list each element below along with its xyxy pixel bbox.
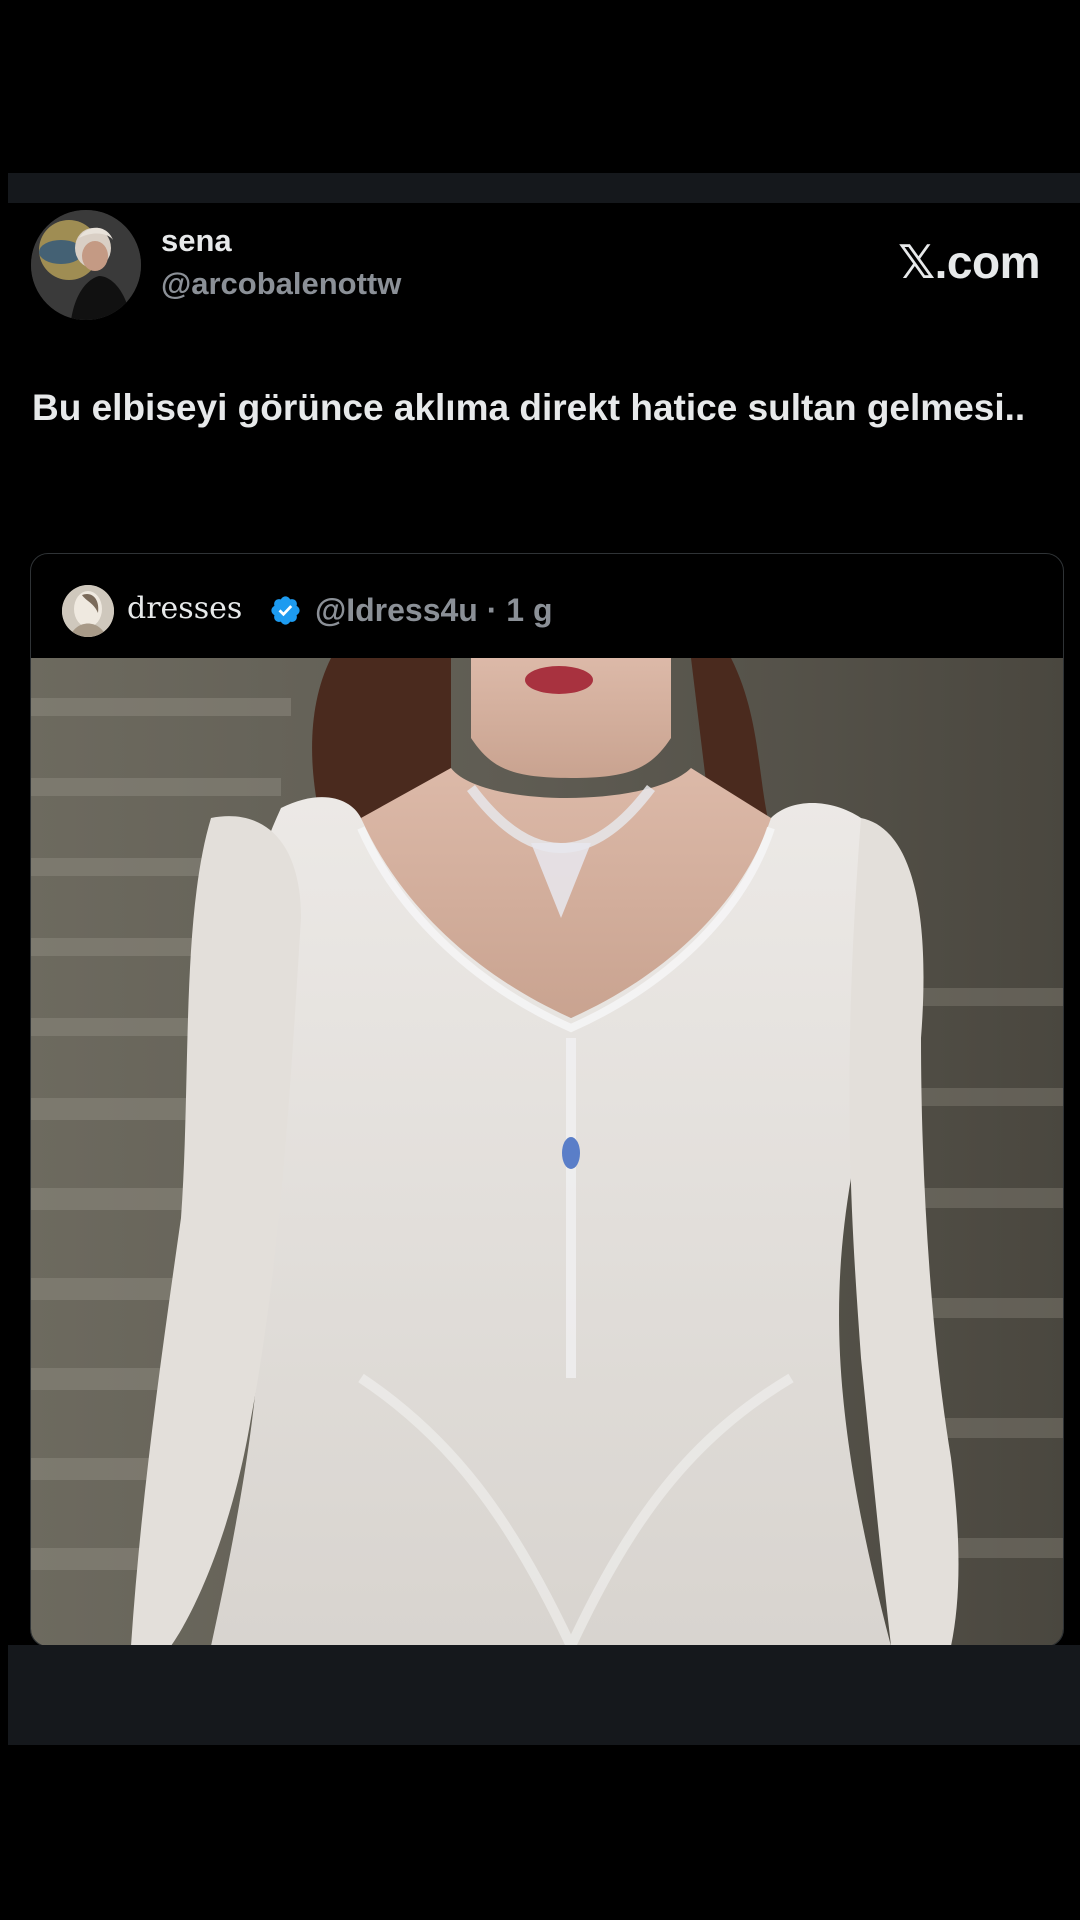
quoted-handle-and-time[interactable]: @Idress4u · 1 g [315, 594, 553, 626]
author-avatar[interactable] [31, 210, 141, 320]
bottom-bar [8, 1645, 1080, 1745]
author-display-name[interactable]: sena [161, 225, 232, 256]
top-bar [8, 173, 1080, 203]
quoted-post-image[interactable] [31, 658, 1063, 1646]
quoted-author-display-name[interactable]: dresses [127, 594, 242, 624]
quoted-post-header: dresses @Idress4u · 1 g [31, 554, 1063, 658]
x-com-logo: 𝕏.com [898, 236, 1040, 288]
tweet-card: sena @arcobalenottw 𝕏.com Bu elbiseyi gö… [8, 203, 1080, 1647]
quoted-author-avatar[interactable] [62, 585, 114, 637]
post-text: Bu elbiseyi görünce aklıma direkt hatice… [32, 387, 1026, 428]
verified-badge-icon [271, 596, 300, 625]
author-handle[interactable]: @arcobalenottw [161, 268, 401, 299]
quoted-post[interactable]: dresses @Idress4u · 1 g [30, 553, 1064, 1647]
